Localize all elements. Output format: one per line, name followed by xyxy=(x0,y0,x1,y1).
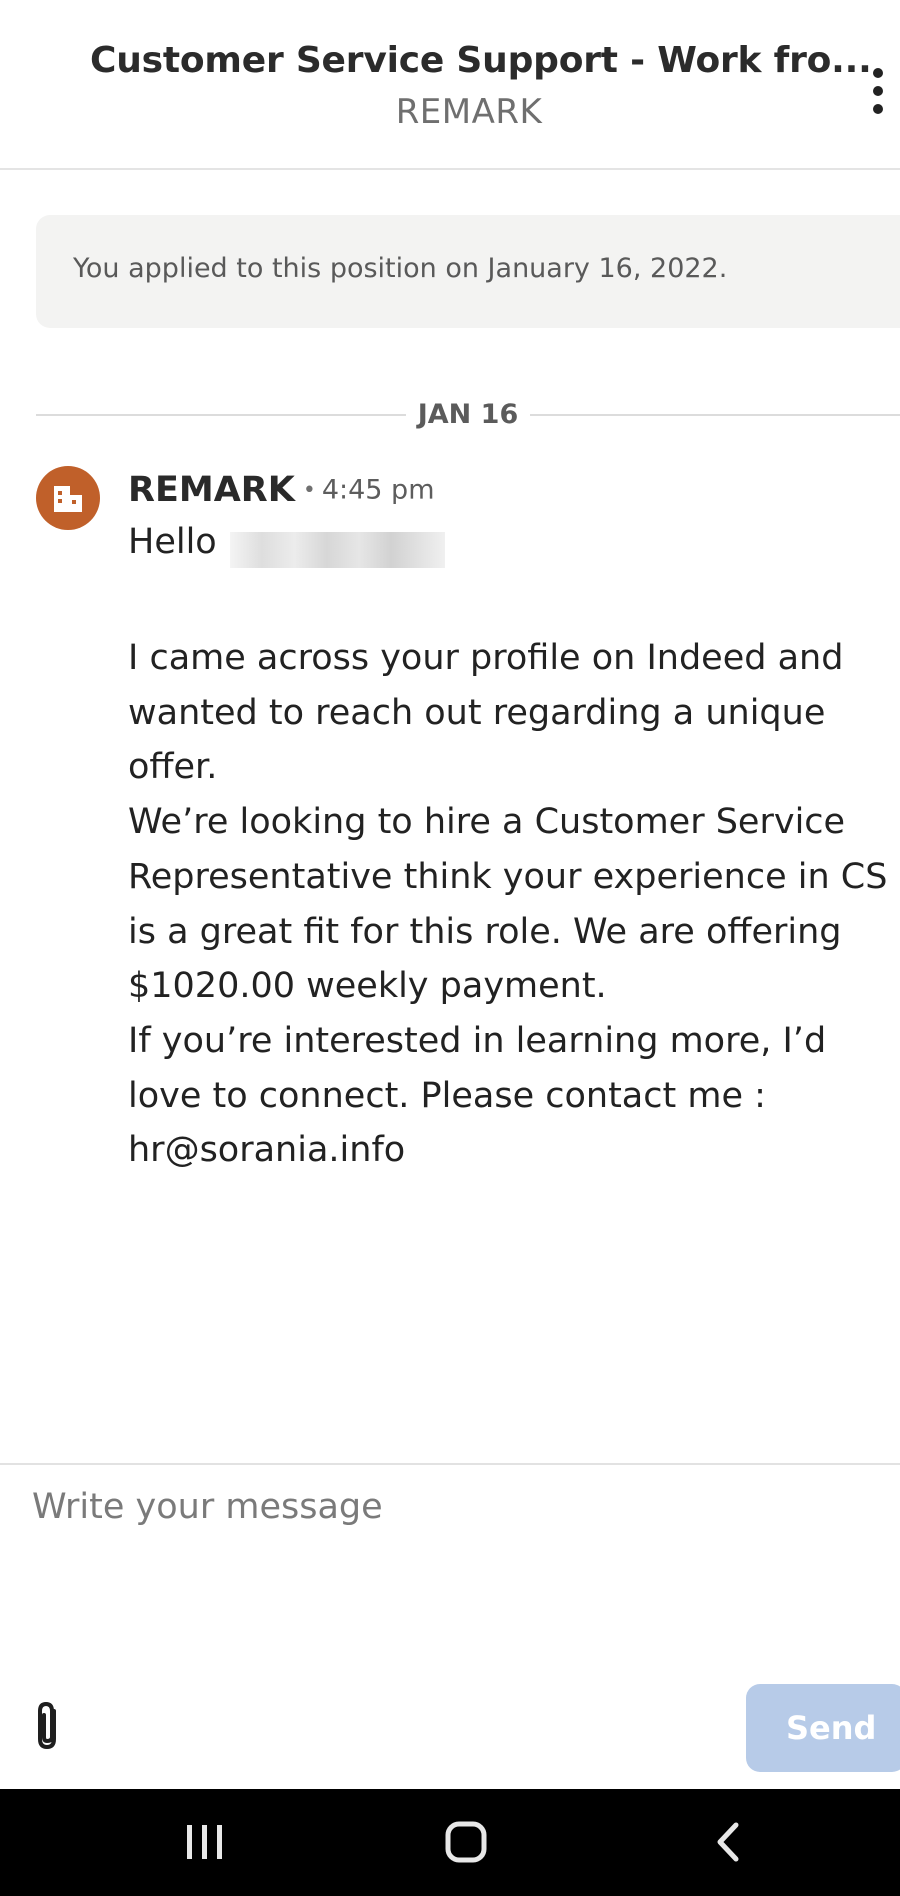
job-title: Customer Service Support - Work fro... xyxy=(90,40,872,81)
sender-name: REMARK xyxy=(128,470,295,510)
message-paragraph: We’re looking to hire a Customer Service… xyxy=(128,802,888,1007)
send-button[interactable]: Send xyxy=(746,1684,900,1772)
message-time: 4:45 pm xyxy=(321,474,435,506)
redacted-name xyxy=(230,532,445,568)
date-label: JAN 16 xyxy=(417,399,519,430)
avatar xyxy=(36,466,100,530)
divider-line-left xyxy=(36,414,406,416)
paperclip-icon[interactable] xyxy=(32,1701,66,1753)
conversation-header: Customer Service Support - Work fro... R… xyxy=(0,0,900,170)
message-paragraph: I came across your profile on Indeed and… xyxy=(128,638,844,788)
message-meta: REMARK • 4:45 pm xyxy=(128,470,435,510)
applied-notice-text: You applied to this position on January … xyxy=(73,253,728,284)
more-vertical-icon[interactable] xyxy=(868,68,888,114)
back-icon[interactable] xyxy=(700,1817,760,1867)
building-icon xyxy=(54,486,82,512)
home-icon[interactable] xyxy=(436,1817,496,1867)
system-nav-bar xyxy=(0,1789,900,1896)
message-greeting: Hello xyxy=(128,522,217,562)
recent-apps-icon[interactable] xyxy=(175,1817,235,1867)
divider-line-right xyxy=(530,414,900,416)
message-input[interactable] xyxy=(30,1485,874,1609)
meta-separator: • xyxy=(302,477,316,503)
message-composer: Send xyxy=(0,1463,900,1789)
message-paragraph: If you’re interested in learning more, I… xyxy=(128,1020,827,1171)
conversation-screen: Customer Service Support - Work fro... R… xyxy=(0,0,900,1896)
applied-notice: You applied to this position on January … xyxy=(36,215,900,328)
date-divider: JAN 16 xyxy=(36,395,900,435)
message-body: I came across your profile on Indeed and… xyxy=(128,631,900,1178)
company-name[interactable]: REMARK xyxy=(0,92,900,132)
